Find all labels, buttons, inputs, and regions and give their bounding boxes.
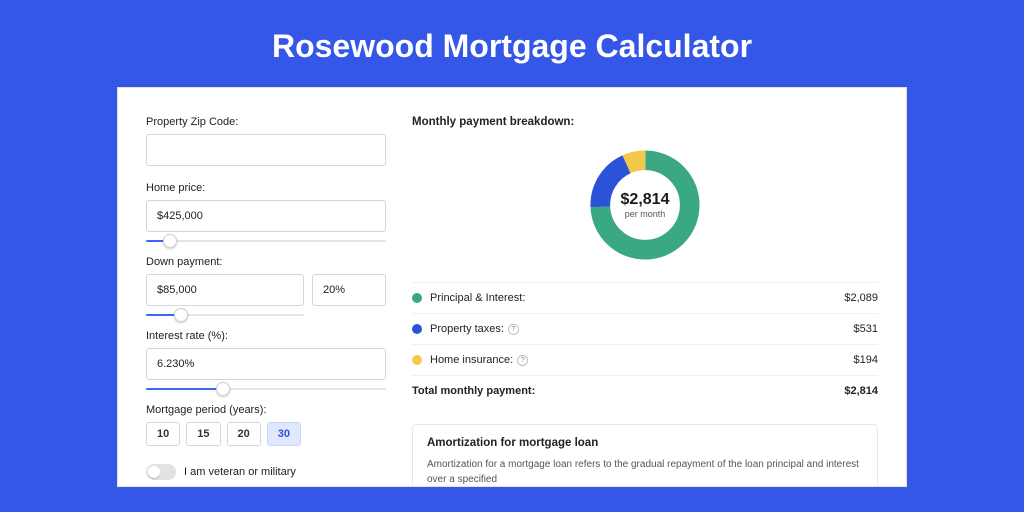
down-payment-label: Down payment: (146, 256, 386, 268)
home-price-input[interactable] (146, 200, 386, 232)
info-icon[interactable]: ? (517, 355, 528, 366)
breakdown-title: Monthly payment breakdown: (412, 116, 878, 128)
donut-subtext: per month (625, 209, 666, 219)
period-button-10[interactable]: 10 (146, 422, 180, 446)
interest-rate-label: Interest rate (%): (146, 330, 386, 342)
amortization-text: Amortization for a mortgage loan refers … (427, 457, 863, 487)
zip-input[interactable] (146, 134, 386, 166)
period-button-15[interactable]: 15 (186, 422, 220, 446)
home-price-label: Home price: (146, 182, 386, 194)
veteran-toggle[interactable] (146, 464, 176, 480)
period-button-30[interactable]: 30 (267, 422, 301, 446)
down-payment-input[interactable] (146, 274, 304, 306)
home-price-slider[interactable] (146, 240, 386, 242)
zip-label: Property Zip Code: (146, 116, 386, 128)
period-buttons: 1015 2030 (146, 422, 386, 446)
hi-value: $194 (854, 354, 878, 366)
interest-rate-slider[interactable] (146, 388, 386, 390)
amortization-card: Amortization for mortgage loan Amortizat… (412, 424, 878, 487)
info-icon[interactable]: ? (508, 324, 519, 335)
period-button-20[interactable]: 20 (227, 422, 261, 446)
pt-label: Property taxes: (430, 323, 504, 335)
down-payment-pct-input[interactable] (312, 274, 386, 306)
donut-amount: $2,814 (621, 191, 670, 209)
page-title: Rosewood Mortgage Calculator (0, 0, 1024, 87)
hi-label: Home insurance: (430, 354, 513, 366)
pt-value: $531 (854, 323, 878, 335)
total-label: Total monthly payment: (412, 385, 844, 397)
donut-chart: $2,814 per month (586, 146, 704, 264)
pi-label: Principal & Interest: (430, 292, 844, 304)
interest-rate-input[interactable] (146, 348, 386, 380)
veteran-label: I am veteran or military (184, 466, 296, 478)
pi-value: $2,089 (844, 292, 878, 304)
dot-icon (412, 324, 422, 334)
total-value: $2,814 (844, 385, 878, 397)
inputs-panel: Property Zip Code: Home price: Down paym… (146, 116, 386, 486)
calculator-card: Property Zip Code: Home price: Down paym… (117, 87, 907, 487)
period-label: Mortgage period (years): (146, 404, 386, 416)
amortization-title: Amortization for mortgage loan (427, 437, 863, 449)
down-payment-slider[interactable] (146, 314, 304, 316)
dot-icon (412, 355, 422, 365)
dot-icon (412, 293, 422, 303)
breakdown-panel: Monthly payment breakdown: $2,814 per mo… (412, 116, 878, 486)
